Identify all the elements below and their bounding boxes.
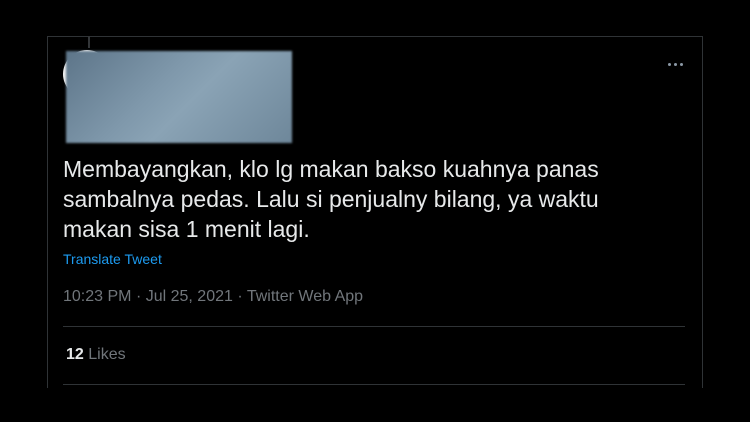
tweet-metadata: 10:23 PM · Jul 25, 2021 · Twitter Web Ap…: [63, 288, 363, 306]
translate-tweet-link[interactable]: Translate Tweet: [63, 251, 162, 267]
likes-label: Likes: [88, 346, 126, 363]
tweet-source[interactable]: Twitter Web App: [247, 288, 363, 305]
more-horizontal-icon-dot: [679, 62, 683, 66]
thread-line: [88, 36, 90, 48]
tweet-time[interactable]: 10:23 PM: [63, 288, 131, 305]
more-options-button[interactable]: [660, 56, 690, 72]
tweet-text-line: makan sisa 1 menit lagi.: [63, 216, 310, 242]
tweet-date[interactable]: Jul 25, 2021: [146, 288, 233, 305]
tweet-text-line: Membayangkan, klo lg makan bakso kuahnya…: [63, 156, 599, 182]
divider: [63, 326, 685, 327]
more-horizontal-icon-dot: [673, 62, 677, 66]
likes-count: 12: [66, 346, 84, 363]
divider: [63, 384, 685, 385]
likes-link[interactable]: 12 Likes: [66, 346, 126, 364]
blurred-user-info: [66, 51, 292, 143]
tweet-text: Membayangkan, klo lg makan bakso kuahnya…: [63, 154, 663, 244]
meta-separator: ·: [135, 288, 142, 305]
meta-separator: ·: [237, 288, 243, 305]
more-horizontal-icon: [667, 62, 671, 66]
tweet-text-line: sambalnya pedas. Lalu si penjualny bilan…: [63, 186, 599, 212]
tweet-screenshot: Membayangkan, klo lg makan bakso kuahnya…: [0, 0, 750, 422]
